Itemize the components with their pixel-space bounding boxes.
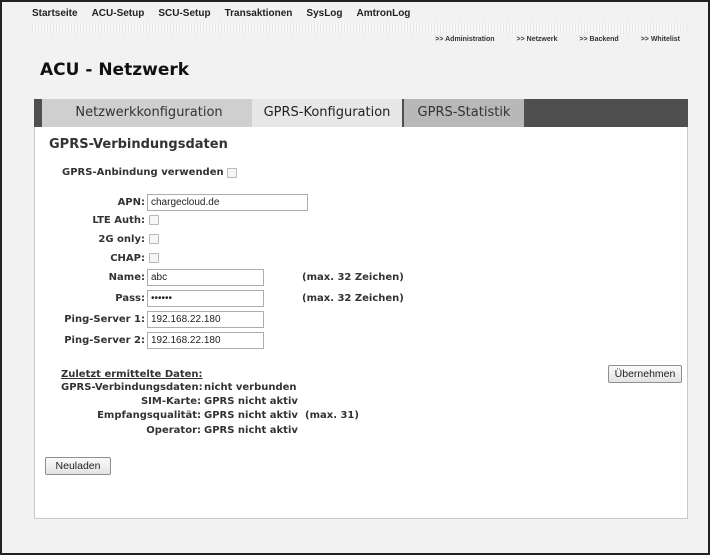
signal-value: GPRS nicht aktiv — [204, 410, 298, 421]
apply-button[interactable]: Übernehmen — [608, 365, 682, 383]
nav-syslog[interactable]: SysLog — [306, 8, 342, 22]
2g-only-label: 2G only: — [98, 234, 145, 245]
subnav-administration[interactable]: >> Administration — [435, 36, 494, 43]
nav-acu-setup[interactable]: ACU-Setup — [92, 8, 145, 22]
reload-button[interactable]: Neuladen — [45, 457, 111, 475]
gprs-enable-label: GPRS-Anbindung verwenden — [62, 167, 224, 178]
subnav-netzwerk[interactable]: >> Netzwerk — [517, 36, 558, 43]
last-data-heading: Zuletzt ermittelte Daten: — [61, 369, 203, 380]
browser-frame: Startseite ACU-Setup SCU-Setup Transakti… — [0, 0, 710, 555]
sim-label: SIM-Karte: — [140, 396, 201, 407]
page-title: ACU - Netzwerk — [40, 60, 190, 80]
nav-transaktionen[interactable]: Transaktionen — [225, 8, 293, 22]
name-label: Name: — [108, 272, 145, 283]
chap-checkbox[interactable] — [149, 253, 159, 263]
sim-value: GPRS nicht aktiv — [204, 396, 298, 407]
nav-divider — [32, 22, 687, 34]
operator-value: GPRS nicht aktiv — [204, 425, 298, 436]
operator-label: Operator: — [146, 425, 201, 436]
ping-server-2-label: Ping-Server 2: — [64, 335, 145, 346]
chap-label: CHAP: — [110, 253, 145, 264]
section-title: GPRS-Verbindungsdaten — [49, 137, 228, 152]
ping-server-1-label: Ping-Server 1: — [64, 314, 145, 325]
apn-label: APN: — [117, 197, 145, 208]
apn-input[interactable]: chargecloud.de — [147, 194, 308, 211]
nav-scu-setup[interactable]: SCU-Setup — [158, 8, 210, 22]
nav-amtronlog[interactable]: AmtronLog — [357, 8, 411, 22]
pass-input[interactable]: •••••• — [147, 290, 264, 307]
pass-label: Pass: — [115, 293, 145, 304]
top-navigation: Startseite ACU-Setup SCU-Setup Transakti… — [32, 8, 682, 22]
connection-value: nicht verbunden — [204, 382, 297, 393]
subnav-backend[interactable]: >> Backend — [579, 36, 618, 43]
2g-only-checkbox[interactable] — [149, 234, 159, 244]
tab-netzwerkkonfiguration[interactable]: Netzwerkkonfiguration — [42, 99, 256, 127]
gprs-config-panel: GPRS-Verbindungsdaten GPRS-Anbindung ver… — [34, 127, 688, 519]
subnav-whitelist[interactable]: >> Whitelist — [641, 36, 680, 43]
ping-server-1-input[interactable]: 192.168.22.180 — [147, 311, 264, 328]
sub-navigation: >> Administration >> Netzwerk >> Backend… — [435, 36, 680, 43]
ping-server-2-input[interactable]: 192.168.22.180 — [147, 332, 264, 349]
tab-bar: Netzwerkkonfiguration GPRS-Konfiguration… — [34, 99, 688, 127]
nav-startseite[interactable]: Startseite — [32, 8, 78, 22]
signal-max: (max. 31) — [305, 410, 359, 421]
lte-auth-label: LTE Auth: — [92, 215, 145, 226]
lte-auth-checkbox[interactable] — [149, 215, 159, 225]
name-input[interactable]: abc — [147, 269, 264, 286]
tab-gprs-konfiguration[interactable]: GPRS-Konfiguration — [252, 99, 402, 127]
name-hint: (max. 32 Zeichen) — [302, 272, 404, 283]
signal-label: Empfangsqualität: — [97, 410, 201, 421]
tab-gprs-statistik[interactable]: GPRS-Statistik — [404, 99, 524, 127]
gprs-enable-checkbox[interactable] — [227, 168, 237, 178]
connection-label: GPRS-Verbindungsdaten: — [61, 382, 203, 393]
pass-hint: (max. 32 Zeichen) — [302, 293, 404, 304]
